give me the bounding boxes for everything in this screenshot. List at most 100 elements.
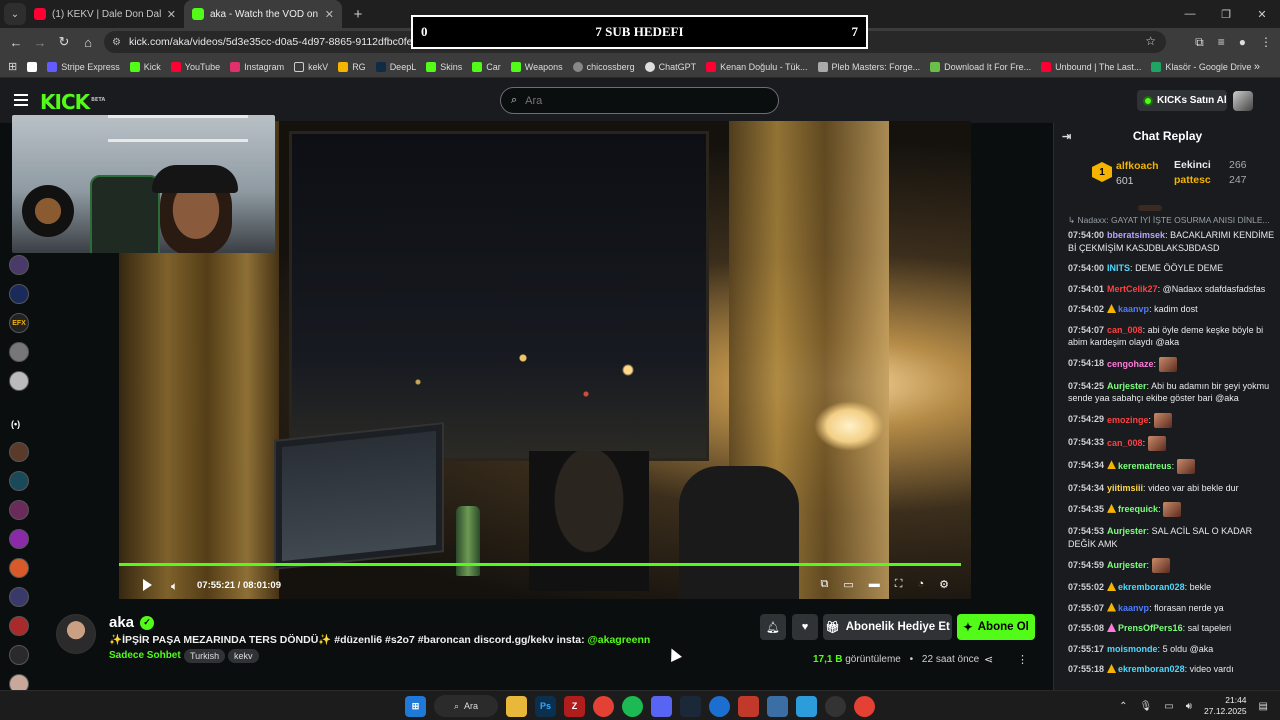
collapse-chat-icon[interactable]: ⇥ <box>1062 130 1071 143</box>
channel-avatar[interactable] <box>9 442 29 462</box>
channel-avatar[interactable] <box>9 558 29 578</box>
apps-icon[interactable]: ⊞ <box>8 60 17 73</box>
new-tab-button[interactable]: + <box>348 6 368 23</box>
bookmark-item[interactable]: RG <box>338 61 366 72</box>
chat-username[interactable]: Aurjester <box>1107 560 1147 570</box>
chat-username[interactable]: moismonde <box>1107 644 1158 654</box>
chat-username[interactable]: ekremboran028 <box>1118 664 1185 674</box>
channel-avatar[interactable] <box>9 500 29 520</box>
category-link[interactable]: Sadece Sohbet <box>109 650 181 661</box>
chat-username[interactable]: bberatsimsek <box>1107 230 1165 240</box>
home-icon[interactable]: ⌂ <box>76 35 100 50</box>
channel-avatar[interactable] <box>9 616 29 636</box>
channel-avatar[interactable] <box>9 587 29 607</box>
notifications-icon[interactable]: ▤ <box>1259 701 1268 712</box>
close-window-icon[interactable]: ✕ <box>1244 8 1280 21</box>
leader-name[interactable]: Eekinci <box>1174 159 1211 171</box>
settings-gear-icon[interactable]: ⚙ <box>939 578 949 591</box>
site-info-icon[interactable]: ⚙ <box>112 37 121 48</box>
start-windows-icon[interactable]: ⊞ <box>405 695 426 717</box>
miniplayer-icon[interactable]: ▭ <box>843 578 853 591</box>
chat-username[interactable]: emozinge <box>1107 414 1149 424</box>
microphone-icon[interactable]: 🎙︎ <box>1140 701 1153 712</box>
bookmark-star-icon[interactable]: ☆ <box>1145 34 1156 48</box>
channel-avatar[interactable] <box>9 371 29 391</box>
chat-username[interactable]: cengohaze <box>1107 358 1154 368</box>
notification-bell-button[interactable]: 🔔︎ <box>760 614 786 640</box>
bookmark-item[interactable]: Instagram <box>230 61 284 72</box>
chat-username[interactable]: MertCelik27 <box>1107 284 1158 294</box>
seek-bar[interactable] <box>119 563 961 566</box>
fullscreen-icon[interactable]: ⛶ <box>895 578 903 591</box>
clip-icon[interactable]: ⧉ <box>821 578 829 591</box>
chat-username[interactable]: kaanvp <box>1118 304 1149 314</box>
bookmark-item[interactable]: Pleb Masters: Forge... <box>817 61 920 72</box>
chrome-icon[interactable] <box>854 695 875 717</box>
user-avatar[interactable] <box>1233 91 1253 111</box>
bookmark-item[interactable]: chicossberg <box>572 61 635 72</box>
chat-username[interactable]: freequick <box>1118 504 1158 514</box>
obs-icon[interactable] <box>825 695 846 717</box>
profile-icon[interactable]: ● <box>1239 35 1246 49</box>
follow-button[interactable]: ♥ <box>792 614 818 640</box>
subscribe-button[interactable]: ✦ Abone Ol <box>957 614 1035 640</box>
maximize-icon[interactable]: ❐ <box>1208 8 1244 21</box>
media-icon[interactable]: ≡ <box>1218 35 1225 49</box>
channel-avatar[interactable]: EFX <box>9 313 29 333</box>
bookmark-item[interactable]: Unbound | The Last... <box>1041 61 1141 72</box>
bookmark-item[interactable]: YouTube <box>170 61 220 72</box>
photoshop-icon[interactable]: Ps <box>535 695 556 717</box>
channel-avatar[interactable] <box>9 255 29 275</box>
bookmark-item[interactable]: Stripe Express <box>47 61 120 72</box>
search-bar[interactable]: ⌕ <box>500 87 779 114</box>
minimize-icon[interactable]: — <box>1172 8 1208 20</box>
bookmark-item[interactable]: Car <box>472 61 501 72</box>
back-icon[interactable]: ← <box>4 35 28 50</box>
tab-youtube[interactable]: (1) KEKV | Dale Don Dale - YouT ✕ <box>26 0 184 28</box>
play-icon[interactable] <box>143 579 152 591</box>
bookmark-item[interactable]: Klasör - Google Drive <box>1151 61 1251 72</box>
tag-turkish[interactable]: Turkish <box>184 649 226 663</box>
close-tab-icon[interactable]: ✕ <box>167 8 176 21</box>
app-icon[interactable] <box>709 695 730 717</box>
clock[interactable]: 21:44 27.12.2025 <box>1204 695 1247 717</box>
chat-username[interactable]: Aurjester <box>1107 526 1147 536</box>
spotify-icon[interactable] <box>622 695 643 717</box>
speaker-icon[interactable]: 🔊︎ <box>1186 701 1192 712</box>
menu-icon[interactable]: ⋮ <box>1260 35 1272 49</box>
bookmark-item[interactable]: ChatGPT <box>644 61 696 72</box>
leader-name[interactable]: pattesc <box>1174 174 1211 186</box>
bookmark-item[interactable]: Kenan Doğulu - Tük... <box>706 61 808 72</box>
channel-avatar[interactable] <box>9 284 29 304</box>
steam-icon[interactable] <box>680 695 701 717</box>
bookmark-item[interactable]: Skins <box>426 61 462 72</box>
search-input[interactable] <box>525 94 746 107</box>
channel-avatar[interactable] <box>9 645 29 665</box>
channel-avatar[interactable] <box>9 342 29 362</box>
app-icon[interactable] <box>738 695 759 717</box>
channel-avatar[interactable] <box>9 471 29 491</box>
file-explorer-icon[interactable] <box>506 695 527 717</box>
chat-username[interactable]: PrensOfPers16 <box>1118 623 1183 633</box>
instagram-mention-link[interactable]: @akagreenn <box>588 634 651 646</box>
hamburger-menu-icon[interactable] <box>14 94 28 109</box>
tag-kekv[interactable]: kekv <box>228 649 259 663</box>
channel-name[interactable]: aka ✓ <box>109 614 155 631</box>
more-bookmarks-icon[interactable]: » <box>1254 61 1260 73</box>
bookmark-item[interactable]: kekV <box>294 61 328 72</box>
channel-avatar[interactable] <box>56 614 96 654</box>
forward-icon[interactable]: → <box>28 35 52 50</box>
bookmark-item[interactable] <box>27 61 38 72</box>
gift-subscription-button[interactable]: 🎁︎ Abonelik Hediye Et <box>823 614 952 640</box>
close-tab-icon[interactable]: ✕ <box>325 8 334 21</box>
chat-username[interactable]: kaanvp <box>1118 603 1149 613</box>
kick-logo[interactable]: KICK BETA <box>40 90 105 114</box>
chrome-icon[interactable] <box>593 695 614 717</box>
chat-username[interactable]: kerematreus <box>1118 460 1172 470</box>
tab-kick[interactable]: aka - Watch the VOD on Kick ✕ <box>184 0 342 28</box>
chat-username[interactable]: ekremboran028 <box>1118 582 1185 592</box>
tab-search-icon[interactable]: ⌄ <box>4 3 26 25</box>
taskbar-search[interactable]: ⌕ Ara <box>434 695 498 717</box>
chat-username[interactable]: INITS <box>1107 263 1130 273</box>
notepad-icon[interactable] <box>796 695 817 717</box>
